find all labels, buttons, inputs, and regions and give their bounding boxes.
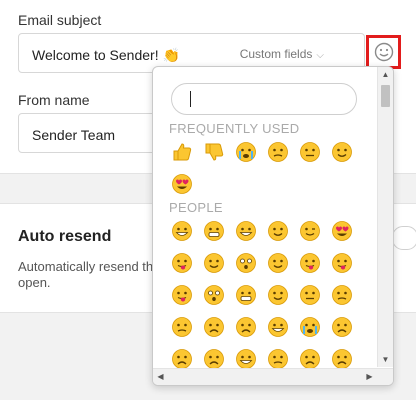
scroll-right-arrow-icon[interactable]: ▶: [362, 372, 377, 381]
flushed-emoji-icon[interactable]: [203, 284, 225, 306]
pensive-emoji-icon[interactable]: [171, 316, 193, 338]
expressionless-emoji-icon[interactable]: [299, 284, 321, 306]
email-subject-value: Welcome to Sender! 👏: [32, 47, 180, 63]
category-frequently-used: FREQUENTLY USED: [169, 121, 300, 136]
sweat-smile-emoji-icon[interactable]: [235, 348, 257, 370]
worried-emoji-icon[interactable]: [267, 348, 289, 370]
grimacing-emoji-icon[interactable]: [235, 284, 257, 306]
email-subject-label: Email subject: [18, 12, 102, 28]
weary-emoji-icon[interactable]: [171, 348, 193, 370]
emoji-search-input[interactable]: [171, 83, 357, 115]
horizontal-scrollbar[interactable]: ◀ ▶: [153, 368, 393, 385]
angry-emoji-icon[interactable]: [331, 348, 353, 370]
tongue-out-emoji-icon[interactable]: [171, 284, 193, 306]
blush-emoji-icon[interactable]: [267, 220, 289, 242]
fearful-emoji-icon[interactable]: [203, 348, 225, 370]
crying-emoji-icon[interactable]: [299, 316, 321, 338]
scrollbar-thumb[interactable]: [381, 85, 390, 107]
smiling-emoji-icon[interactable]: [267, 284, 289, 306]
description-line: open.: [18, 275, 51, 290]
beaming-emoji-icon[interactable]: [235, 220, 257, 242]
auto-resend-description: Automatically resend th open.: [18, 259, 158, 291]
text-caret: [190, 91, 191, 107]
custom-fields-dropdown[interactable]: Custom fields ⌵: [240, 47, 324, 61]
thumbs-down-emoji-icon[interactable]: [203, 141, 225, 163]
vertical-scrollbar[interactable]: ▲ ▼: [377, 67, 393, 367]
smiling-emoji-icon[interactable]: [331, 141, 353, 163]
from-name-label: From name: [18, 92, 90, 108]
scroll-up-arrow-icon[interactable]: ▲: [378, 70, 393, 79]
description-line: Automatically resend th: [18, 259, 154, 274]
sad-sweat-emoji-icon[interactable]: [331, 316, 353, 338]
unamused-emoji-icon[interactable]: [331, 284, 353, 306]
tongue-out-emoji-icon[interactable]: [299, 252, 321, 274]
emoji-picker-popup: FREQUENTLY USED PEOPLE ▲ ▼ ◀ ▶: [152, 66, 394, 386]
scroll-left-arrow-icon[interactable]: ◀: [153, 372, 168, 381]
loudly-crying-emoji-icon[interactable]: [235, 141, 257, 163]
kissing-emoji-icon[interactable]: [171, 252, 193, 274]
smiley-icon: [374, 42, 393, 62]
confounded-emoji-icon[interactable]: [203, 316, 225, 338]
thumbs-up-emoji-icon[interactable]: [171, 141, 193, 163]
grinning-emoji-icon[interactable]: [171, 220, 193, 242]
grimacing-emoji-icon[interactable]: [203, 220, 225, 242]
scroll-down-arrow-icon[interactable]: ▼: [378, 355, 393, 364]
laughing-emoji-icon[interactable]: [267, 316, 289, 338]
emoji-picker-button[interactable]: [366, 35, 401, 69]
custom-fields-label: Custom fields: [239, 47, 313, 61]
star-struck-emoji-icon[interactable]: [171, 173, 193, 195]
confused-emoji-icon[interactable]: [267, 141, 289, 163]
relieved-emoji-icon[interactable]: [203, 252, 225, 274]
winking-emoji-icon[interactable]: [299, 220, 321, 242]
auto-resend-title: Auto resend: [18, 228, 112, 245]
category-people: PEOPLE: [169, 200, 223, 215]
heart-eyes-emoji-icon[interactable]: [331, 220, 353, 242]
smiling-emoji-icon[interactable]: [267, 252, 289, 274]
chevron-down-icon: ⌵: [316, 50, 324, 61]
from-name-value: Sender Team: [32, 127, 116, 143]
neutral-emoji-icon[interactable]: [299, 141, 321, 163]
hushed-emoji-icon[interactable]: [235, 252, 257, 274]
sad-emoji-icon[interactable]: [235, 316, 257, 338]
auto-resend-toggle[interactable]: [392, 226, 416, 250]
tired-emoji-icon[interactable]: [299, 348, 321, 370]
squinting-tongue-emoji-icon[interactable]: [331, 252, 353, 274]
